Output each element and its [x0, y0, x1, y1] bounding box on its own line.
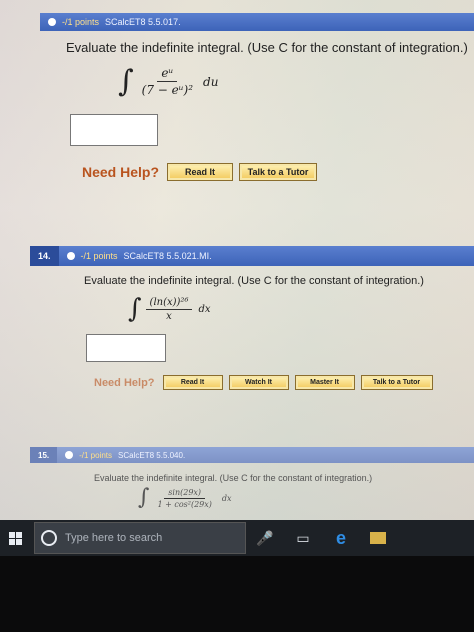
integral-differential: dx — [198, 303, 211, 315]
question-13-header: -/1 points SCalcET8 5.5.017. — [40, 13, 474, 31]
question-14-help: Need Help? Read It Watch It Master It Ta… — [94, 375, 439, 390]
integrand-denominator: x — [166, 310, 172, 322]
question-13-answer-input[interactable] — [70, 114, 158, 146]
integrand-denominator: 1 + cos²(29x) — [157, 499, 212, 509]
integral-differential: du — [203, 74, 219, 89]
question-15-integral: ∫ sin(29x) 1 + cos²(29x) dx — [138, 487, 232, 509]
question-points: -/1 points — [79, 450, 113, 460]
integrand-numerator: (ln(x))²⁶ — [145, 297, 193, 310]
question-source: SCalcET8 5.5.021.MI. — [123, 251, 212, 261]
question-14-answer-input[interactable] — [86, 334, 166, 362]
question-number: 15. — [30, 447, 58, 463]
integrand-numerator: eᵘ — [157, 66, 178, 82]
integral-symbol: ∫ — [138, 485, 150, 510]
integrand-numerator: sin(29x) — [164, 488, 206, 499]
folder-icon[interactable] — [370, 532, 386, 544]
need-help-label: Need Help? — [82, 164, 160, 180]
microphone-icon[interactable]: 🎤 — [246, 530, 284, 547]
question-points: -/1 points — [80, 251, 118, 261]
integrand-fraction: sin(29x) 1 + cos²(29x) — [153, 488, 215, 509]
question-status-icon — [65, 451, 74, 459]
watch-it-button[interactable]: Watch It — [228, 375, 289, 390]
question-14-header: 14. -/1 points SCalcET8 5.5.021.MI. — [30, 246, 474, 266]
question-15-header: 15. -/1 points SCalcET8 5.5.040. — [30, 447, 474, 463]
need-help-label: Need Help? — [94, 376, 155, 389]
question-number: 14. — [30, 246, 59, 266]
integrand-fraction: (ln(x))²⁶ x — [145, 297, 193, 322]
taskbar: Type here to search 🎤 ▭ e — [0, 520, 474, 556]
search-placeholder: Type here to search — [65, 532, 163, 544]
integrand-denominator: (7 − eᵘ)² — [141, 83, 194, 97]
question-status-icon — [66, 252, 75, 260]
browser-content: -/1 points SCalcET8 5.5.017. Evaluate th… — [0, 0, 474, 520]
question-14-prompt: Evaluate the indefinite integral. (Use C… — [84, 275, 424, 287]
question-13-prompt: Evaluate the indefinite integral. (Use C… — [66, 40, 468, 55]
question-source: SCalcET8 5.5.040. — [118, 450, 186, 460]
question-points: -/1 points — [62, 17, 100, 27]
integrand-fraction: eᵘ (7 − eᵘ)² — [138, 66, 197, 97]
question-14-integral: ∫ (ln(x))²⁶ x dx — [128, 296, 211, 322]
talk-to-tutor-button[interactable]: Talk to a Tutor — [360, 375, 433, 390]
edge-icon[interactable]: e — [322, 528, 360, 549]
question-13-integral: ∫ eᵘ (7 − eᵘ)² du — [118, 66, 218, 97]
windows-icon[interactable] — [0, 531, 30, 545]
question-15-prompt: Evaluate the indefinite integral. (Use C… — [94, 473, 373, 483]
master-it-button[interactable]: Master It — [294, 375, 355, 390]
integral-symbol: ∫ — [118, 63, 134, 99]
integral-symbol: ∫ — [128, 294, 142, 324]
question-13-help: Need Help? Read It Talk to a Tutor — [82, 163, 323, 181]
search-ring-icon — [41, 530, 57, 546]
read-it-button[interactable]: Read It — [162, 375, 223, 390]
question-status-icon — [48, 18, 56, 26]
task-view-icon[interactable]: ▭ — [284, 530, 322, 547]
integral-differential: dx — [221, 493, 232, 503]
taskbar-search-box[interactable]: Type here to search — [34, 522, 246, 554]
read-it-button[interactable]: Read It — [167, 163, 234, 181]
talk-to-tutor-button[interactable]: Talk to a Tutor — [239, 163, 318, 181]
question-source: SCalcET8 5.5.017. — [105, 17, 181, 27]
